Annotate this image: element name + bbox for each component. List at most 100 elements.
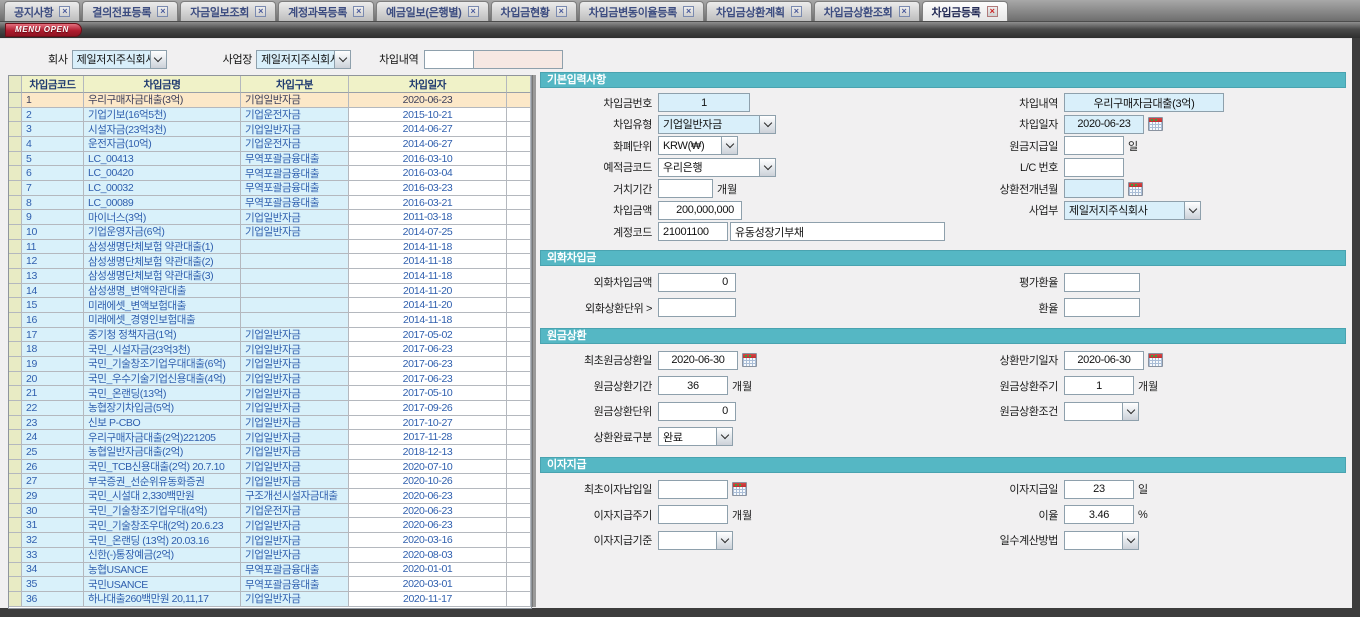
row-selector-cell[interactable] [9, 416, 22, 431]
first-principal-repay-date-field[interactable]: 2020-06-30 [658, 351, 738, 370]
principal-repay-condition-select[interactable] [1064, 402, 1139, 421]
table-row[interactable]: 26국민_TCB신용대출(2억) 20.7.10기업일반자금2020-07-10 [9, 460, 531, 475]
table-row[interactable]: 36하나대출260백만원 20,11,17기업일반자금2020-11-17 [9, 592, 531, 607]
table-row[interactable]: 17중기청 정책자금(1억)기업일반자금2017-05-02 [9, 328, 531, 343]
chevron-down-icon[interactable] [759, 116, 775, 133]
interest-pay-day-field[interactable]: 23 [1064, 480, 1134, 499]
table-row[interactable]: 31국민_기술창조우대(2억) 20.6.23기업일반자금2020-06-23 [9, 518, 531, 533]
row-selector-cell[interactable] [9, 313, 22, 328]
tab-notice[interactable]: 공지사항× [4, 1, 80, 21]
table-row[interactable]: 19국민_기술창조기업우대대출(6억)기업일반자금2017-06-23 [9, 357, 531, 372]
row-selector-cell[interactable] [9, 93, 22, 108]
calendar-icon[interactable] [732, 482, 747, 496]
row-selector-cell[interactable] [9, 357, 22, 372]
chevron-down-icon[interactable] [1122, 532, 1138, 549]
table-row[interactable]: 18국민_시설자금(23억3천)기업일반자금2017-06-23 [9, 342, 531, 357]
first-interest-pay-date-field[interactable] [658, 480, 728, 499]
account-code-name-field[interactable]: 유동성장기부채 [730, 222, 945, 241]
tab-close-icon[interactable]: × [59, 6, 70, 17]
table-row[interactable]: 7LC_00032무역포괄금융대출2016-03-23 [9, 181, 531, 196]
row-selector-cell[interactable] [9, 577, 22, 592]
row-selector-cell[interactable] [9, 342, 22, 357]
tab-close-icon[interactable]: × [556, 6, 567, 17]
row-selector-cell[interactable] [9, 592, 22, 607]
table-row[interactable]: 35국민USANCE무역포괄금융대출2020-03-01 [9, 577, 531, 592]
loan-amount-field[interactable]: 200,000,000 [658, 201, 742, 220]
panel-splitter[interactable] [532, 75, 536, 607]
table-row[interactable]: 10기업운영자금(6억)기업일반자금2014-07-25 [9, 225, 531, 240]
row-selector-cell[interactable] [9, 284, 22, 299]
tab-voucher-entry[interactable]: 결의전표등록× [82, 1, 178, 21]
interest-pay-basis-select[interactable] [658, 531, 733, 550]
row-selector-cell[interactable] [9, 504, 22, 519]
site-select[interactable]: 제일저지주식회사 [256, 50, 351, 69]
day-count-method-select[interactable] [1064, 531, 1139, 550]
row-selector-cell[interactable] [9, 401, 22, 416]
valuation-exchange-rate-field[interactable] [1064, 273, 1140, 292]
row-selector-cell[interactable] [9, 240, 22, 255]
table-row[interactable]: 20국민_우수기술기업신용대출(4억)기업일반자금2017-06-23 [9, 372, 531, 387]
principal-repay-period-field[interactable]: 36 [658, 376, 728, 395]
table-row[interactable]: 8LC_00089무역포괄금융대출2016-03-21 [9, 196, 531, 211]
tab-close-icon[interactable]: × [468, 6, 479, 17]
tab-loan-repay-plan[interactable]: 차입금상환계획× [706, 1, 812, 21]
table-row[interactable]: 33신한(-)통장예금(2억)기업일반자금2020-08-03 [9, 548, 531, 563]
account-code-field[interactable]: 21001100 [658, 222, 728, 241]
row-selector-cell[interactable] [9, 210, 22, 225]
loan-desc-input[interactable] [424, 50, 474, 69]
row-selector-cell[interactable] [9, 474, 22, 489]
lc-number-field[interactable] [1064, 158, 1124, 177]
table-row[interactable]: 2기업기보(16억5천)기업운전자금2015-10-21 [9, 108, 531, 123]
repay-complete-type-select[interactable]: 완료 [658, 427, 733, 446]
row-selector-cell[interactable] [9, 122, 22, 137]
table-row[interactable]: 21국민_온랜딩(13억)기업일반자금2017-05-10 [9, 386, 531, 401]
row-selector-cell[interactable] [9, 269, 22, 284]
row-selector-cell[interactable] [9, 533, 22, 548]
calendar-icon[interactable] [1148, 117, 1163, 131]
table-row[interactable]: 6LC_00420무역포괄금융대출2016-03-04 [9, 166, 531, 181]
table-row[interactable]: 25농협일반자금대출(2억)기업일반자금2018-12-13 [9, 445, 531, 460]
chevron-down-icon[interactable] [1184, 202, 1200, 219]
chevron-down-icon[interactable] [716, 428, 732, 445]
row-selector-cell[interactable] [9, 108, 22, 123]
grace-period-field[interactable] [658, 179, 713, 198]
row-selector-cell[interactable] [9, 445, 22, 460]
table-row[interactable]: 16미래에셋_경영인보험대출2014-11-18 [9, 313, 531, 328]
interest-pay-cycle-field[interactable] [658, 505, 728, 524]
row-selector-cell[interactable] [9, 430, 22, 445]
row-selector-cell[interactable] [9, 328, 22, 343]
principal-repay-unit-field[interactable]: 0 [658, 402, 736, 421]
calendar-icon[interactable] [742, 353, 757, 367]
calendar-icon[interactable] [1128, 182, 1143, 196]
currency-unit-select[interactable]: KRW(₩) [658, 136, 738, 155]
tab-loan-rate-change[interactable]: 차입금변동이율등록× [579, 1, 704, 21]
tab-loan-register[interactable]: 차입금등록× [922, 1, 1008, 21]
tab-fund-daily-report[interactable]: 자금일보조회× [180, 1, 276, 21]
table-row[interactable]: 23신보 P-CBO기업일반자금2017-10-27 [9, 416, 531, 431]
chevron-down-icon[interactable] [334, 51, 350, 68]
row-selector-cell[interactable] [9, 518, 22, 533]
tab-close-icon[interactable]: × [157, 6, 168, 17]
row-selector-cell[interactable] [9, 137, 22, 152]
table-row[interactable]: 3시설자금(23억3천)기업일반자금2014-06-27 [9, 122, 531, 137]
table-row[interactable]: 9마이너스(3억)기업일반자금2011-03-18 [9, 210, 531, 225]
row-selector-cell[interactable] [9, 298, 22, 313]
table-row[interactable]: 4운전자금(10억)기업운전자금2014-06-27 [9, 137, 531, 152]
row-selector-cell[interactable] [9, 196, 22, 211]
tab-loan-status[interactable]: 차입금현황× [491, 1, 577, 21]
table-row[interactable]: 30국민_기술창조기업우대(4억)기업운전자금2020-06-23 [9, 504, 531, 519]
menu-open-button[interactable]: MENU OPEN [5, 23, 82, 37]
table-row[interactable]: 22농협장기차입금(5억)기업일반자금2017-09-26 [9, 401, 531, 416]
table-row[interactable]: 13삼성생명단체보험 약관대출(3)2014-11-18 [9, 269, 531, 284]
exchange-rate-field[interactable] [1064, 298, 1140, 317]
table-row[interactable]: 14삼성생명_변액약관대출2014-11-20 [9, 284, 531, 299]
row-selector-cell[interactable] [9, 489, 22, 504]
row-selector-cell[interactable] [9, 372, 22, 387]
tab-account-register[interactable]: 계정과목등록× [278, 1, 374, 21]
row-selector-cell[interactable] [9, 460, 22, 475]
table-row[interactable]: 15미래에셋_변액보험대출2014-11-20 [9, 298, 531, 313]
chevron-down-icon[interactable] [150, 51, 166, 68]
tab-close-icon[interactable]: × [987, 6, 998, 17]
row-selector-cell[interactable] [9, 386, 22, 401]
repay-maturity-date-field[interactable]: 2020-06-30 [1064, 351, 1144, 370]
